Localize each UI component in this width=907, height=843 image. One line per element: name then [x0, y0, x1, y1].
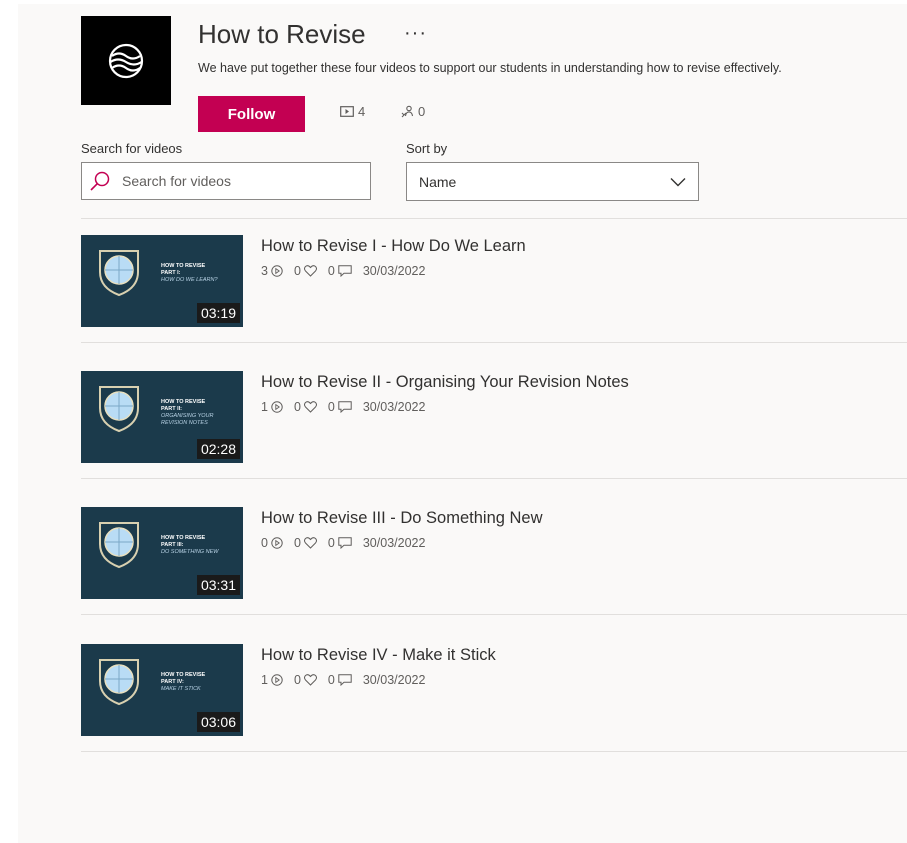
heart-icon	[303, 265, 317, 277]
channel-title: How to Revise	[198, 19, 366, 49]
upload-date: 30/03/2022	[362, 264, 426, 278]
follower-count: 0	[418, 104, 426, 119]
video-title[interactable]: How to Revise IV - Make it Stick	[261, 646, 496, 665]
video-meta: 1 0 0 30/03/2022	[261, 400, 436, 414]
play-icon	[271, 537, 283, 549]
view-count: 3	[261, 264, 268, 278]
video-row[interactable]: HOW TO REVISE PART II: ORGANISING YOUR R…	[81, 371, 907, 463]
followers-icon	[401, 105, 414, 118]
view-count: 1	[261, 400, 268, 414]
divider	[81, 342, 907, 343]
view-count: 0	[261, 536, 268, 550]
sort-dropdown[interactable]: Name	[406, 162, 699, 201]
video-row[interactable]: HOW TO REVISE PART III: DO SOMETHING NEW…	[81, 507, 907, 599]
video-title[interactable]: How to Revise II - Organising Your Revis…	[261, 373, 629, 392]
video-duration: 02:28	[196, 439, 240, 459]
video-title[interactable]: How to Revise III - Do Something New	[261, 509, 543, 528]
like-count: 0	[293, 264, 301, 278]
upload-date: 30/03/2022	[362, 673, 426, 687]
video-thumbnail[interactable]: HOW TO REVISE PART I: HOW DO WE LEARN? 0…	[81, 235, 243, 327]
stream-logo-icon	[108, 43, 144, 78]
video-duration: 03:06	[196, 712, 240, 732]
more-options-button[interactable]: ···	[404, 22, 427, 45]
divider	[81, 218, 907, 219]
search-icon	[90, 171, 110, 191]
divider	[81, 614, 907, 615]
view-count: 1	[261, 673, 268, 687]
school-crest-icon	[99, 386, 139, 433]
play-icon	[271, 265, 283, 277]
heart-icon	[303, 537, 317, 549]
comment-count: 0	[327, 536, 335, 550]
video-meta: 0 0 0 30/03/2022	[261, 536, 436, 550]
thumbnail-text: HOW TO REVISE PART II: ORGANISING YOUR R…	[161, 399, 214, 426]
video-thumbnail[interactable]: HOW TO REVISE PART II: ORGANISING YOUR R…	[81, 371, 243, 463]
heart-icon	[303, 674, 317, 686]
school-crest-icon	[99, 250, 139, 297]
follow-button[interactable]: Follow	[198, 96, 305, 132]
search-label: Search for videos	[81, 141, 183, 156]
comment-count: 0	[327, 400, 335, 414]
video-count-stat: 4	[340, 104, 365, 119]
sort-selected-value: Name	[419, 173, 457, 190]
video-meta: 1 0 0 30/03/2022	[261, 673, 436, 687]
channel-description: We have put together these four videos t…	[198, 61, 782, 75]
thumbnail-text: HOW TO REVISE PART III: DO SOMETHING NEW	[161, 535, 219, 555]
video-duration: 03:19	[196, 303, 240, 323]
video-thumbnail[interactable]: HOW TO REVISE PART IV: MAKE IT STICK 03:…	[81, 644, 243, 736]
upload-date: 30/03/2022	[362, 400, 426, 414]
search-box[interactable]	[81, 162, 371, 200]
video-duration: 03:31	[196, 575, 240, 595]
channel-logo	[81, 16, 171, 105]
comment-icon	[338, 265, 352, 277]
comment-count: 0	[327, 264, 335, 278]
upload-date: 30/03/2022	[362, 536, 426, 550]
like-count: 0	[293, 536, 301, 550]
like-count: 0	[293, 400, 301, 414]
comment-icon	[338, 401, 352, 413]
like-count: 0	[293, 673, 301, 687]
video-thumbnail[interactable]: HOW TO REVISE PART III: DO SOMETHING NEW…	[81, 507, 243, 599]
video-row[interactable]: HOW TO REVISE PART I: HOW DO WE LEARN? 0…	[81, 235, 907, 327]
video-meta: 3 0 0 30/03/2022	[261, 264, 436, 278]
divider	[81, 478, 907, 479]
play-icon	[271, 674, 283, 686]
comment-icon	[338, 537, 352, 549]
heart-icon	[303, 401, 317, 413]
thumbnail-text: HOW TO REVISE PART I: HOW DO WE LEARN?	[161, 263, 218, 283]
follower-count-stat: 0	[401, 104, 425, 119]
sort-label: Sort by	[406, 141, 448, 156]
thumbnail-text: HOW TO REVISE PART IV: MAKE IT STICK	[161, 672, 206, 692]
video-row[interactable]: HOW TO REVISE PART IV: MAKE IT STICK 03:…	[81, 644, 907, 736]
school-crest-icon	[99, 659, 139, 706]
school-crest-icon	[99, 522, 139, 569]
search-input[interactable]	[120, 172, 354, 190]
comment-icon	[338, 674, 352, 686]
video-icon	[340, 106, 354, 117]
divider	[81, 751, 907, 752]
chevron-down-icon	[670, 177, 686, 186]
video-count: 4	[358, 104, 366, 119]
video-title[interactable]: How to Revise I - How Do We Learn	[261, 237, 526, 256]
comment-count: 0	[327, 673, 335, 687]
play-icon	[271, 401, 283, 413]
